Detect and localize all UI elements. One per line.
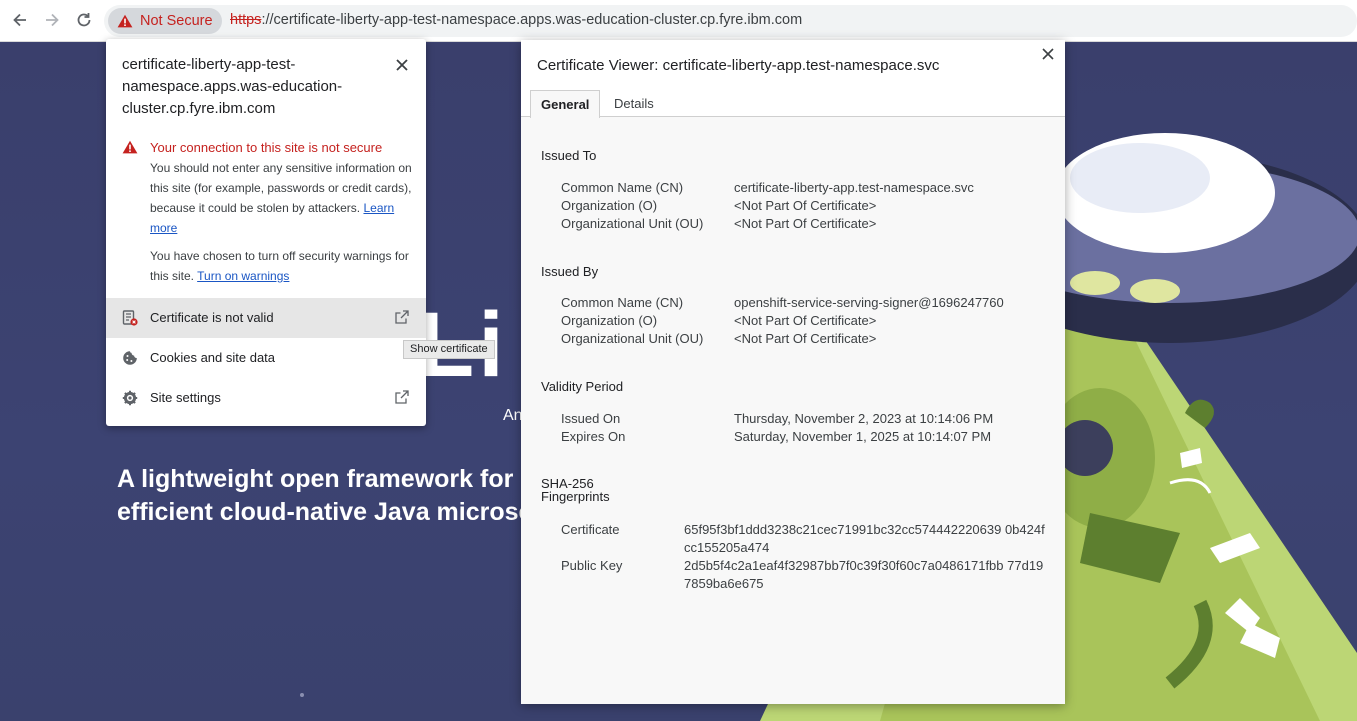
issued-to-o-value: <Not Part Of Certificate> [734,198,877,213]
security-chip-label: Not Secure [140,13,213,29]
validity-heading: Validity Period [541,379,624,394]
external-link-icon [395,390,409,404]
close-icon [396,59,408,71]
turn-on-warnings-link[interactable]: Turn on warnings [197,269,289,283]
issued-by-cn-label: Common Name (CN) [561,295,684,310]
site-info-popup: certificate-liberty-app-test-namespace.a… [106,39,426,426]
issued-by-o-label: Organization (O) [561,313,658,328]
url-text[interactable]: https://certificate-liberty-app-test-nam… [230,12,802,28]
certificate-invalid-item[interactable]: Certificate is not valid [106,298,426,338]
warnings-off-body: You have chosen to turn off security war… [150,246,412,286]
issued-on-label: Issued On [561,411,621,426]
hero-line-2: efficient cloud-native Java microservic [117,498,577,526]
security-chip[interactable]: Not Secure [108,8,222,34]
back-button[interactable] [8,8,32,32]
logo-subtitle: An [503,407,523,424]
popup-close-button[interactable] [394,57,410,73]
issued-to-cn-value: certificate-liberty-app.test-namespace.s… [734,180,974,195]
issued-by-o-value: <Not Part Of Certificate> [734,313,877,328]
issued-to-o-label: Organization (O) [561,198,658,213]
issued-by-ou-value: <Not Part Of Certificate> [734,331,877,346]
issued-to-cn-label: Common Name (CN) [561,180,684,195]
warning-body: You should not enter any sensitive infor… [150,158,412,238]
issued-by-cn-value: openshift-service-serving-signer@1696247… [734,295,1004,310]
external-link-icon [395,310,409,324]
gear-icon [122,390,138,406]
issued-to-ou-label: Organizational Unit (OU) [561,216,704,231]
fingerprints-heading: SHA-256 Fingerprints [541,477,610,503]
reload-icon [77,13,91,27]
show-certificate-tooltip: Show certificate [403,340,495,359]
arrow-right-icon [46,13,59,27]
issued-to-ou-value: <Not Part Of Certificate> [734,216,877,231]
issued-on-value: Thursday, November 2, 2023 at 10:14:06 P… [734,411,994,426]
public-key-fingerprint-value: 2d5b5f4c2a1eaf4f32987bb7f0c39f30f60c7a04… [684,558,1044,591]
site-host: certificate-liberty-app-test-namespace.a… [122,56,343,117]
cookies-site-data-item[interactable]: Cookies and site data [106,338,426,378]
address-bar[interactable]: Not Secure https://certificate-liberty-a… [104,5,1357,37]
warning-icon [117,14,133,28]
certificate-invalid-label: Certificate is not valid [150,310,274,325]
forward-button[interactable] [40,8,64,32]
cookies-site-data-label: Cookies and site data [150,350,276,365]
carousel-dot[interactable] [300,693,304,697]
site-settings-label: Site settings [150,390,221,405]
certificate-viewer-header: Certificate Viewer: certificate-liberty-… [521,40,1065,118]
hero-headline: A lightweight open framework for buil ef… [117,463,577,529]
browser-toolbar: Not Secure https://certificate-liberty-a… [0,0,1357,42]
fingerprints-heading-line-2: Fingerprints [541,489,610,504]
issued-to-heading: Issued To [541,148,597,163]
issued-by-heading: Issued By [541,264,599,279]
certificate-viewer-dialog: Certificate Viewer: certificate-liberty-… [521,40,1065,704]
certificate-viewer-title: Certificate Viewer: certificate-liberty-… [537,57,940,74]
expires-on-value: Saturday, November 1, 2025 at 10:14:07 P… [734,429,992,444]
tab-details[interactable]: Details [604,90,664,118]
reload-button[interactable] [72,8,96,32]
hero-line-1: A lightweight open framework for buil [117,465,565,493]
site-settings-item[interactable]: Site settings [106,378,426,418]
warning-title: Your connection to this site is not secu… [150,140,383,155]
url-rest: ://certificate-liberty-app-test-namespac… [261,12,803,28]
close-icon [1042,48,1054,60]
warning-indicator [122,140,138,159]
certificate-fingerprint-value: 65f95f3bf1ddd3238c21cec71991bc32cc574442… [684,522,1045,555]
url-scheme: https [230,12,262,28]
expires-on-label: Expires On [561,429,626,444]
tab-general[interactable]: General [530,90,601,118]
certificate-close-button[interactable] [1041,47,1055,61]
arrow-left-icon [13,13,26,27]
warning-icon [122,140,138,154]
certificate-error-icon [122,310,138,326]
issued-by-ou-label: Organizational Unit (OU) [561,331,704,346]
cookie-icon [122,350,138,366]
certificate-fingerprint-label: Certificate [561,522,620,537]
public-key-fingerprint-label: Public Key [561,558,623,573]
